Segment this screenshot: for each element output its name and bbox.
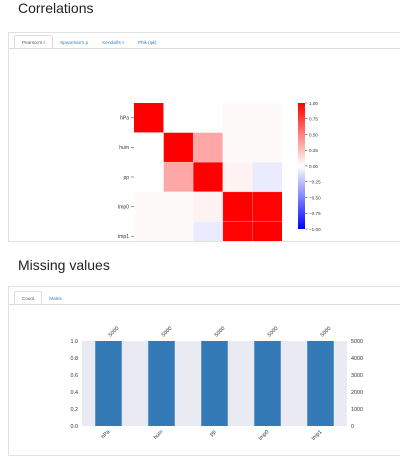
colorbar-tick-label: −0.25 [309, 180, 321, 185]
left-axis-tick-label: 0.0 [71, 424, 79, 430]
bar-data-label: 5000 [320, 326, 333, 339]
missing-tabs: Count Matrix [14, 291, 69, 305]
colorbar-tick-label: 0.50 [309, 132, 318, 137]
y-tick-label: hPa [120, 116, 129, 122]
colorbar-tick-label: −0.75 [309, 211, 321, 216]
heatmap-cell [163, 132, 194, 163]
heatmap-cell [193, 221, 223, 241]
tab-count[interactable]: Count [14, 291, 43, 305]
bar [95, 341, 122, 426]
x-tick-label: hPa [100, 429, 111, 440]
x-tick-label: tmp0 [258, 429, 271, 442]
heatmap-cell [252, 221, 282, 241]
x-tick-label: pp [209, 429, 217, 437]
tab-pearson[interactable]: Pearson's r [14, 35, 54, 49]
heatmap-cell [193, 162, 223, 192]
heatmap-cell [163, 191, 194, 222]
bar-data-label: 5000 [267, 326, 280, 339]
heatmap-cell [252, 162, 282, 192]
heatmap-cell [134, 132, 164, 163]
colorbar-tick-label: 0.00 [309, 164, 318, 169]
heatmap-cell [252, 103, 282, 133]
missing-count-bar-chart: 5000 hPa 5000 hum 5000 pp 5000 tmp0 5000 tmp1 0.0 0… [71, 326, 364, 442]
heatmap-cell [222, 103, 253, 133]
y-tick-label: tmp1 [118, 234, 129, 240]
right-axis-tick-label: 0 [351, 424, 354, 430]
heatmap-cell [252, 132, 282, 163]
heatmap-cell [134, 162, 164, 192]
missing-values-title: Missing values [18, 257, 110, 273]
colorbar [298, 103, 305, 229]
heatmap-cell [222, 221, 253, 241]
bar [307, 341, 334, 426]
heatmap-cell [134, 191, 164, 222]
colorbar-tick-label: 1.00 [309, 101, 318, 106]
left-axis-tick-label: 1.0 [71, 339, 79, 345]
heatmap-cell [163, 221, 194, 241]
left-axis-tick-label: 0.2 [71, 407, 79, 413]
heatmap-cell [222, 132, 253, 163]
y-tick-label: pp [123, 175, 129, 181]
heatmap-cell [163, 162, 194, 192]
correlations-panel: Pearson's r Spearman's ρ Kendall's τ Phi… [8, 32, 400, 242]
correlation-heatmap: hPahPahumhumpppptmp0tmp0tmp1tmp11.000.75… [118, 101, 321, 241]
left-axis-tick-label: 0.6 [71, 373, 79, 379]
x-tick-label: tmp1 [311, 429, 324, 442]
heatmap-cell [222, 191, 253, 222]
heatmap-cell [193, 103, 223, 133]
bar-data-label: 5000 [108, 326, 121, 339]
heatmap-cell [222, 162, 253, 192]
right-axis-tick-label: 4000 [351, 356, 363, 362]
heatmap-cell [193, 132, 223, 163]
right-axis-tick-label: 2000 [351, 390, 363, 396]
heatmap-cell [163, 103, 194, 133]
colorbar-tick-label: −0.50 [309, 195, 321, 200]
heatmap-cell [252, 191, 282, 222]
colorbar-tick-label: −1.00 [309, 227, 321, 232]
heatmap-cell [134, 221, 164, 241]
right-axis-tick-label: 5000 [351, 339, 363, 345]
bar [148, 341, 175, 426]
y-tick-label: tmp0 [118, 204, 129, 210]
bar [201, 341, 228, 426]
y-tick-label: hum [119, 145, 129, 151]
tab-divider [9, 304, 400, 305]
missing-values-panel: Count Matrix 5000 hPa 5000 hum 5000 pp 5000 tmp… [8, 286, 400, 456]
bar-data-label: 5000 [161, 326, 174, 339]
colorbar-tick-label: 0.75 [309, 117, 318, 122]
right-axis-tick-label: 1000 [351, 407, 363, 413]
tab-divider [9, 48, 400, 49]
correlations-tabs: Pearson's r Spearman's ρ Kendall's τ Phi… [14, 35, 164, 49]
bar-data-label: 5000 [214, 326, 227, 339]
bar [254, 341, 281, 426]
left-axis-tick-label: 0.8 [71, 356, 79, 362]
x-tick-label: hum [153, 429, 165, 441]
left-axis-tick-label: 0.4 [71, 390, 79, 396]
heatmap-cell [193, 191, 223, 222]
correlations-title: Correlations [18, 0, 94, 16]
right-axis-tick-label: 3000 [351, 373, 363, 379]
heatmap-cell [134, 103, 164, 133]
colorbar-tick-label: 0.25 [309, 148, 318, 153]
